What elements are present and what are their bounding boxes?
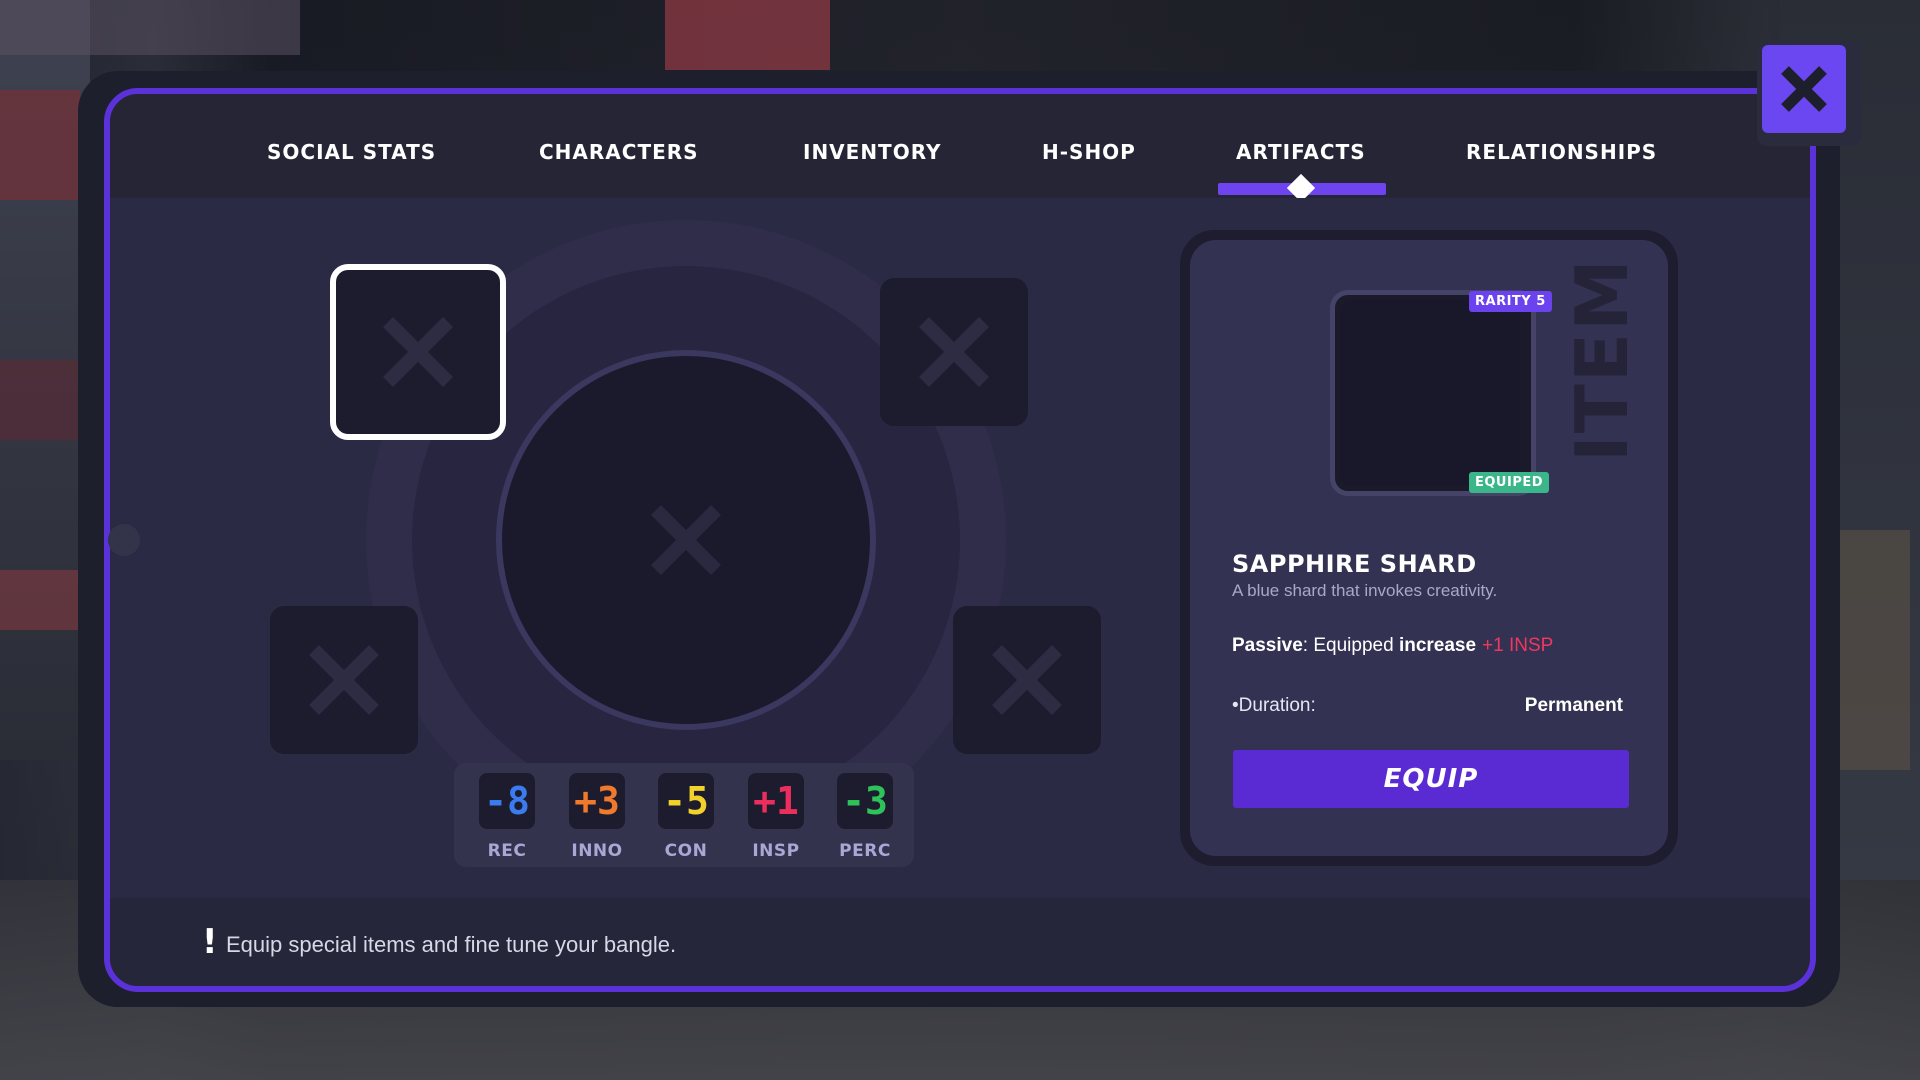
stat-con: -5 CON bbox=[654, 773, 718, 861]
bangle-center-slot[interactable] bbox=[496, 350, 876, 730]
footer: ! Equip special items and fine tune your… bbox=[110, 898, 1810, 986]
item-image bbox=[1340, 300, 1520, 486]
stat-rec-label: REC bbox=[487, 841, 527, 861]
stat-perc: -3 PERC bbox=[833, 773, 897, 861]
artifact-slot-bottom-left[interactable] bbox=[270, 606, 418, 754]
stat-perc-box: -3 bbox=[837, 773, 893, 829]
sign-left-2 bbox=[0, 360, 80, 440]
equip-button[interactable]: EQUIP bbox=[1233, 750, 1629, 808]
x-icon bbox=[919, 317, 989, 387]
footer-hint: Equip special items and fine tune your b… bbox=[226, 932, 677, 957]
item-name: SAPPHIRE SHARD bbox=[1232, 550, 1477, 578]
x-icon bbox=[309, 645, 379, 715]
street-light bbox=[1840, 530, 1910, 770]
stat-insp: +1 INSP bbox=[744, 773, 808, 861]
tab-relationships[interactable]: RELATIONSHIPS bbox=[1466, 140, 1657, 164]
tab-social-stats[interactable]: SOCIAL STATS bbox=[267, 140, 436, 164]
stat-rec-value: -8 bbox=[484, 779, 530, 823]
stat-inno-value: +3 bbox=[574, 779, 620, 823]
stat-bar: -8 REC +3 INNO -5 CON +1 INSP -3 PERC bbox=[454, 763, 914, 867]
x-icon bbox=[651, 505, 721, 575]
artifact-slot-top-left[interactable] bbox=[330, 264, 506, 440]
stat-inno-box: +3 bbox=[569, 773, 625, 829]
close-button[interactable] bbox=[1762, 45, 1846, 133]
duration-label: •Duration: bbox=[1232, 695, 1316, 716]
tab-h-shop[interactable]: H-SHOP bbox=[1042, 140, 1136, 164]
alert-icon: ! bbox=[202, 922, 218, 962]
passive-text: : Equipped bbox=[1302, 635, 1399, 656]
stat-con-box: -5 bbox=[658, 773, 714, 829]
stat-insp-box: +1 bbox=[748, 773, 804, 829]
passive-keyword: increase bbox=[1398, 635, 1477, 656]
duration-value: Permanent bbox=[1524, 695, 1623, 716]
stat-con-label: CON bbox=[664, 841, 708, 861]
stat-perc-value: -3 bbox=[842, 779, 888, 823]
stat-insp-label: INSP bbox=[752, 841, 800, 861]
passive-label: Passive bbox=[1232, 635, 1303, 656]
item-side-label: ITEM bbox=[1560, 257, 1644, 462]
sign-top-left bbox=[0, 0, 300, 55]
equipped-badge: EQUIPED bbox=[1469, 472, 1550, 493]
x-icon bbox=[992, 645, 1062, 715]
item-passive: Passive: Equipped increase +1 INSP bbox=[1232, 635, 1553, 657]
stat-inno-label: INNO bbox=[571, 841, 623, 861]
x-icon bbox=[383, 317, 453, 387]
rarity-badge: RARITY 5 bbox=[1469, 291, 1552, 312]
sign-left-3 bbox=[0, 570, 80, 630]
sign-left-1 bbox=[0, 90, 80, 200]
panel-notch-dot bbox=[108, 524, 140, 556]
tab-artifacts[interactable]: ARTIFACTS bbox=[1236, 140, 1366, 164]
close-icon bbox=[1781, 66, 1827, 112]
stat-con-value: -5 bbox=[663, 779, 709, 823]
stat-insp-value: +1 bbox=[753, 779, 799, 823]
stat-inno: +3 INNO bbox=[565, 773, 629, 861]
artifact-slot-top-right[interactable] bbox=[880, 278, 1028, 426]
tab-inventory[interactable]: INVENTORY bbox=[803, 140, 942, 164]
stat-rec-box: -8 bbox=[479, 773, 535, 829]
stat-rec: -8 REC bbox=[475, 773, 539, 861]
sign-red-top bbox=[665, 0, 830, 70]
item-description: A blue shard that invokes creativity. bbox=[1232, 581, 1498, 600]
stat-perc-label: PERC bbox=[839, 841, 891, 861]
tab-bar: SOCIAL STATS CHARACTERS INVENTORY H-SHOP… bbox=[110, 94, 1810, 203]
passive-bonus: +1 INSP bbox=[1482, 635, 1554, 656]
artifact-slot-bottom-right[interactable] bbox=[953, 606, 1101, 754]
tab-characters[interactable]: CHARACTERS bbox=[539, 140, 699, 164]
